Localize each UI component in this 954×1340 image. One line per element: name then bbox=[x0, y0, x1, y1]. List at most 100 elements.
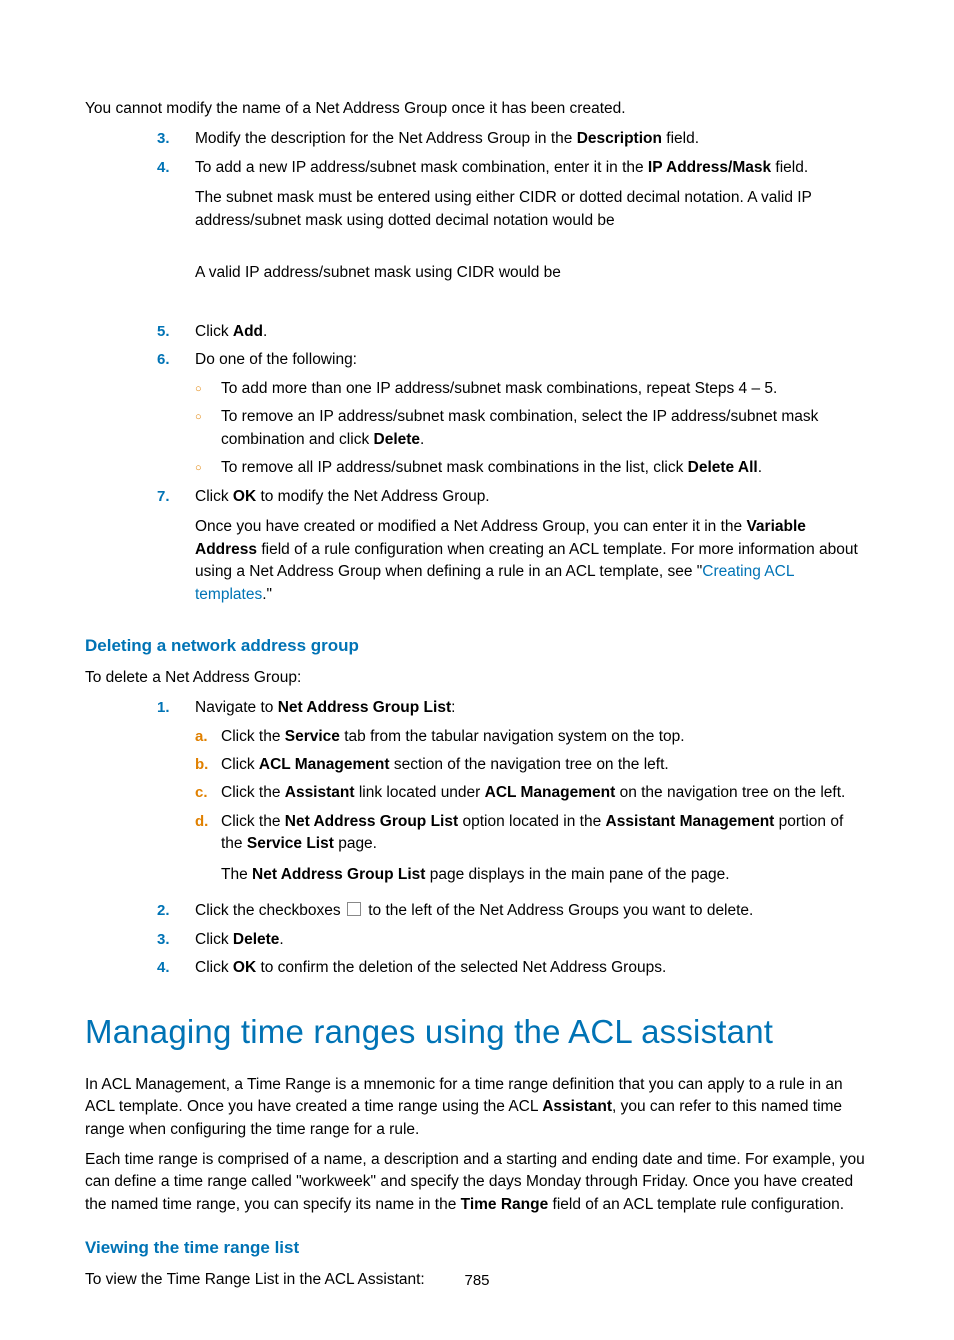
step-content: Click OK to modify the Net Address Group… bbox=[195, 486, 869, 614]
text: To add more than one IP address/subnet m… bbox=[221, 378, 869, 400]
text: To remove an IP address/subnet mask comb… bbox=[221, 408, 818, 447]
text: tab from the tabular navigation system o… bbox=[340, 728, 685, 745]
text: To remove all IP address/subnet mask com… bbox=[221, 459, 688, 476]
alpha-marker: b. bbox=[195, 754, 221, 776]
text: field of an ACL template rule configurat… bbox=[548, 1196, 844, 1213]
bold-text: Service List bbox=[247, 835, 334, 852]
s1-step-1-sublist: a. Click the Service tab from the tabula… bbox=[85, 726, 869, 895]
bullet-icon: ○ bbox=[195, 457, 221, 479]
text: option located in the bbox=[458, 813, 605, 830]
text: Click bbox=[195, 959, 233, 976]
text: field. bbox=[771, 159, 808, 176]
step-marker: 3. bbox=[157, 128, 195, 150]
section1-list: 1. Navigate to Net Address Group List: bbox=[85, 697, 869, 719]
bold-text: Assistant Management bbox=[606, 813, 775, 830]
sub-b: b. Click ACL Management section of the n… bbox=[195, 754, 869, 776]
checkbox-icon bbox=[347, 902, 361, 916]
bold-text: OK bbox=[233, 488, 256, 505]
text: To remove all IP address/subnet mask com… bbox=[221, 457, 869, 479]
text: Click bbox=[195, 488, 233, 505]
bold-text: Delete bbox=[233, 931, 280, 948]
text: Click ACL Management section of the navi… bbox=[221, 754, 869, 776]
step-marker: 5. bbox=[157, 321, 195, 343]
step-content: Click Delete. bbox=[195, 929, 869, 951]
text: To remove an IP address/subnet mask comb… bbox=[221, 406, 869, 451]
bold-text: IP Address/Mask bbox=[648, 159, 771, 176]
s1-step-4: 4. Click OK to confirm the deletion of t… bbox=[157, 957, 869, 979]
text: page displays in the main pane of the pa… bbox=[425, 866, 729, 883]
step-content: Click OK to confirm the deletion of the … bbox=[195, 957, 869, 979]
sub-d-note: The Net Address Group List page displays… bbox=[221, 864, 869, 886]
heading-deleting-group: Deleting a network address group bbox=[85, 634, 869, 659]
bold-text: Net Address Group List bbox=[252, 866, 425, 883]
text: Click the bbox=[221, 784, 285, 801]
text: Click the bbox=[221, 813, 285, 830]
alpha-marker: d. bbox=[195, 811, 221, 894]
section2-p2: Each time range is comprised of a name, … bbox=[85, 1149, 869, 1216]
section1-list-cont: 2. Click the checkboxes to the left of t… bbox=[85, 900, 869, 979]
bold-text: Delete bbox=[374, 431, 421, 448]
text: field. bbox=[662, 130, 699, 147]
substep-c: ○ To remove all IP address/subnet mask c… bbox=[195, 457, 869, 479]
bold-text: Net Address Group List bbox=[278, 699, 451, 716]
text: . bbox=[279, 931, 283, 948]
text: Click bbox=[195, 323, 233, 340]
bullet-icon: ○ bbox=[195, 406, 221, 451]
step-4: 4. To add a new IP address/subnet mask c… bbox=[157, 157, 869, 315]
step-7-wrap: 7. Click OK to modify the Net Address Gr… bbox=[85, 486, 869, 614]
alpha-marker: c. bbox=[195, 782, 221, 804]
step-content: Navigate to Net Address Group List: bbox=[195, 697, 869, 719]
bold-text: Assistant bbox=[285, 784, 355, 801]
top-ordered-list: 3. Modify the description for the Net Ad… bbox=[85, 128, 869, 371]
text: on the navigation tree on the left. bbox=[615, 784, 845, 801]
step-5: 5. Click Add. bbox=[157, 321, 869, 343]
text: Click the Net Address Group List option … bbox=[221, 811, 869, 894]
text: Navigate to bbox=[195, 699, 278, 716]
text: Modify the description for the Net Addre… bbox=[195, 130, 577, 147]
bold-text: ACL Management bbox=[485, 784, 616, 801]
text: to modify the Net Address Group. bbox=[256, 488, 489, 505]
bold-text: Net Address Group List bbox=[285, 813, 458, 830]
text: ." bbox=[262, 586, 272, 603]
text: to the left of the Net Address Groups yo… bbox=[364, 902, 753, 919]
text: . bbox=[420, 431, 424, 448]
step-7-para: Once you have created or modified a Net … bbox=[195, 516, 869, 606]
bold-text: OK bbox=[233, 959, 256, 976]
bold-text: Add bbox=[233, 323, 263, 340]
step-4-note1: The subnet mask must be entered using ei… bbox=[195, 187, 869, 232]
text: To add a new IP address/subnet mask comb… bbox=[195, 159, 648, 176]
top-paragraph: You cannot modify the name of a Net Addr… bbox=[85, 98, 869, 120]
bold-text: Service bbox=[285, 728, 340, 745]
bold-text: Assistant bbox=[542, 1098, 612, 1115]
step-3: 3. Modify the description for the Net Ad… bbox=[157, 128, 869, 150]
text: : bbox=[451, 699, 455, 716]
text: to confirm the deletion of the selected … bbox=[256, 959, 666, 976]
step-marker: 2. bbox=[157, 900, 195, 922]
step-marker: 7. bbox=[157, 486, 195, 614]
bold-text: ACL Management bbox=[259, 756, 390, 773]
step-marker: 3. bbox=[157, 929, 195, 951]
heading-managing-time-ranges: Managing time ranges using the ACL assis… bbox=[85, 1008, 869, 1056]
section1-intro: To delete a Net Address Group: bbox=[85, 667, 869, 689]
page-number: 785 bbox=[0, 1270, 954, 1292]
sub-c: c. Click the Assistant link located unde… bbox=[195, 782, 869, 804]
step-7: 7. Click OK to modify the Net Address Gr… bbox=[157, 486, 869, 614]
bold-text: Delete All bbox=[688, 459, 758, 476]
step-marker: 4. bbox=[157, 157, 195, 315]
text: Do one of the following: bbox=[195, 349, 869, 371]
s1-step-1: 1. Navigate to Net Address Group List: bbox=[157, 697, 869, 719]
bullet-icon: ○ bbox=[195, 378, 221, 400]
step-content: To add a new IP address/subnet mask comb… bbox=[195, 157, 869, 315]
step-6: 6. Do one of the following: bbox=[157, 349, 869, 371]
step-marker: 6. bbox=[157, 349, 195, 371]
text: Click the bbox=[221, 728, 285, 745]
text: Click bbox=[195, 931, 233, 948]
step-content: Click the checkboxes to the left of the … bbox=[195, 900, 869, 922]
step-marker: 4. bbox=[157, 957, 195, 979]
alpha-marker: a. bbox=[195, 726, 221, 748]
page: You cannot modify the name of a Net Addr… bbox=[0, 0, 954, 1340]
substep-a: ○ To add more than one IP address/subnet… bbox=[195, 378, 869, 400]
text: page. bbox=[334, 835, 377, 852]
step-content: Modify the description for the Net Addre… bbox=[195, 128, 869, 150]
bold-text: Description bbox=[577, 130, 662, 147]
